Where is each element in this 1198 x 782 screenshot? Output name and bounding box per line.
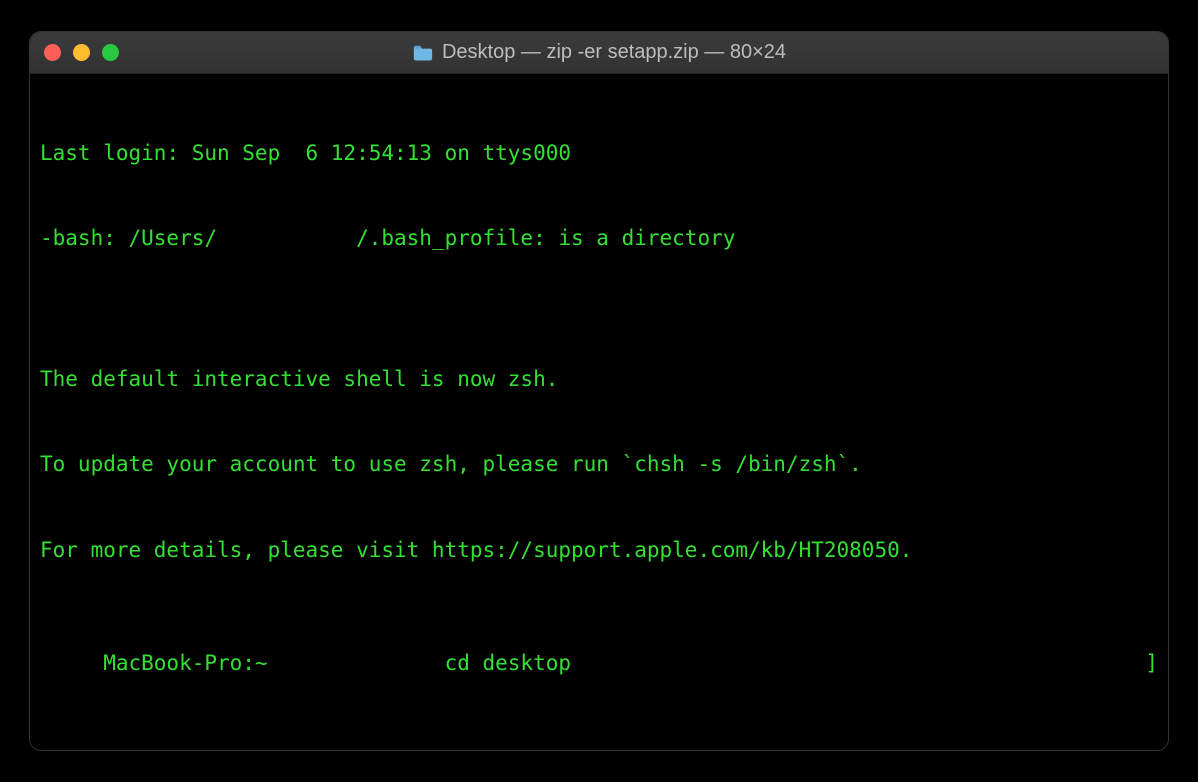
prompt-cd: MacBook-Pro:~ cd desktop: [40, 649, 571, 677]
window-title-wrap: Desktop — zip -er setapp.zip — 80×24: [412, 41, 786, 64]
terminal-line: Last login: Sun Sep 6 12:54:13 on ttys00…: [40, 139, 1158, 167]
window-title: Desktop — zip -er setapp.zip — 80×24: [442, 41, 786, 64]
folder-icon: [412, 44, 434, 62]
zoom-button[interactable]: [102, 44, 119, 61]
close-button[interactable]: [44, 44, 61, 61]
terminal-prompt-line: MacBook-Pro:~ cd desktop ]: [40, 649, 1158, 677]
terminal-window: Desktop — zip -er setapp.zip — 80×24 Las…: [29, 31, 1169, 751]
titlebar: Desktop — zip -er setapp.zip — 80×24: [30, 32, 1168, 74]
bracket-right: ]: [1145, 649, 1158, 677]
terminal-area[interactable]: Last login: Sun Sep 6 12:54:13 on ttys00…: [30, 74, 1168, 750]
terminal-line: To update your account to use zsh, pleas…: [40, 450, 1158, 478]
terminal-line: -bash: /Users/ /.bash_profile: is a dire…: [40, 224, 1158, 252]
traffic-lights: [44, 44, 119, 61]
terminal-line: The default interactive shell is now zsh…: [40, 365, 1158, 393]
minimize-button[interactable]: [73, 44, 90, 61]
terminal-line: For more details, please visit https://s…: [40, 536, 1158, 564]
